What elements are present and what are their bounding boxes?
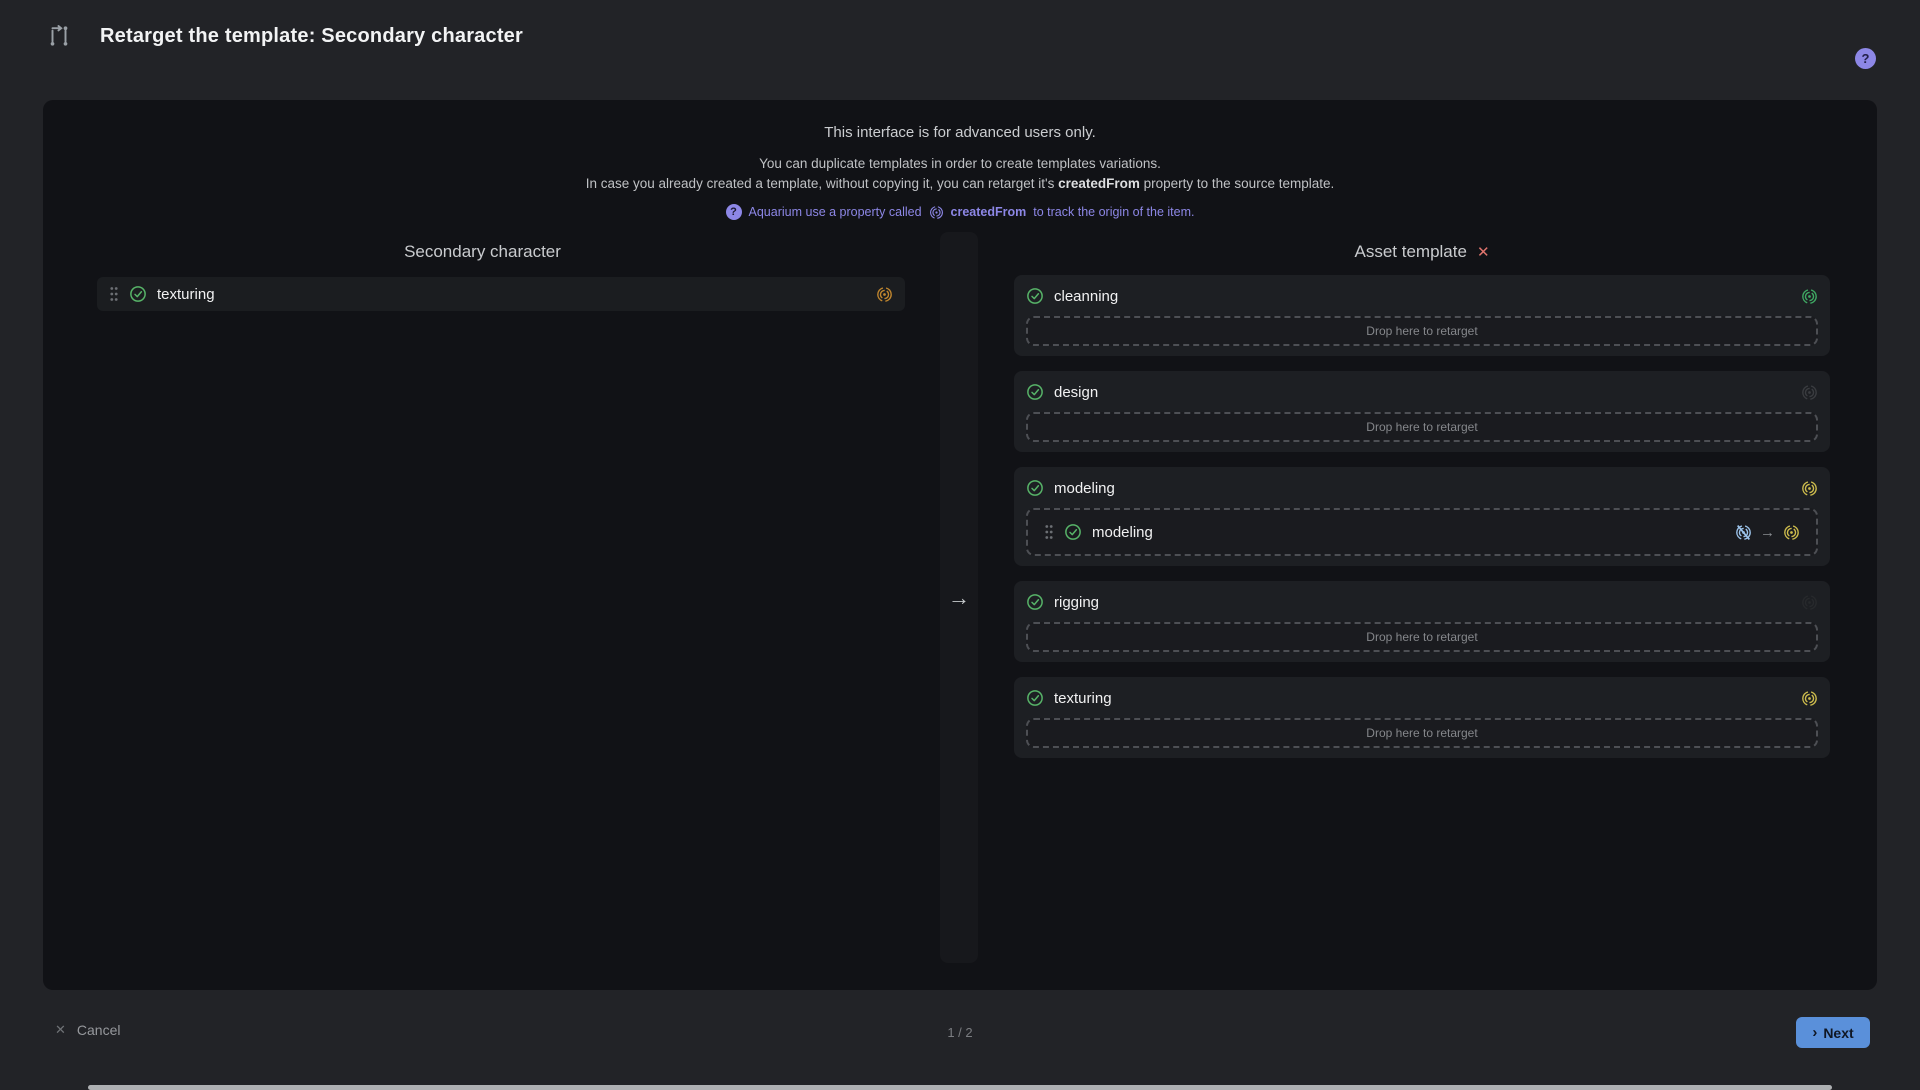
fingerprint-icon [929,205,944,220]
retargeted-task-row-modeling[interactable]: modeling → [1036,516,1808,548]
tip-help-icon: ? [726,204,742,220]
tip-prefix: Aquarium use a property called [749,205,922,219]
task-label: texturing [157,286,215,303]
fingerprint-icon [1801,480,1818,497]
drag-handle-icon[interactable] [109,286,119,302]
asset-template-title: Asset template ✕ [1014,242,1830,262]
transfer-arrow-button[interactable]: → [948,587,970,609]
retarget-icon [46,23,72,49]
task-label: modeling [1092,524,1153,541]
intro-line-1: This interface is for advanced users onl… [43,124,1877,141]
fingerprint-icon [1783,524,1800,541]
fingerprint-icon [1801,384,1818,401]
retarget-panel: This interface is for advanced users onl… [43,100,1877,990]
group-label: cleanning [1054,288,1118,305]
check-circle-icon [129,285,147,303]
page-title: Retarget the template: Secondary charact… [100,25,523,48]
intro-line-2: You can duplicate templates in order to … [43,156,1877,171]
intro-text: This interface is for advanced users onl… [43,100,1877,220]
intro-line-3-prefix: In case you already created a template, … [586,176,1058,191]
fingerprint-icon [1801,288,1818,305]
asset-template-title-text: Asset template [1354,242,1466,262]
group-header: modeling [1026,476,1818,500]
group-label: modeling [1054,480,1115,497]
drop-target-texturing[interactable]: Drop here to retarget [1026,718,1818,748]
source-template-title: Secondary character [60,242,905,262]
group-header: rigging [1026,590,1818,614]
source-task-row-texturing[interactable]: texturing [97,277,905,311]
group-label: texturing [1054,690,1112,707]
tip-suffix: to track the origin of the item. [1033,205,1194,219]
drop-target-design[interactable]: Drop here to retarget [1026,412,1818,442]
check-circle-icon [1026,479,1044,497]
step-indicator: 1 / 2 [0,1025,1920,1040]
group-header: design [1026,380,1818,404]
intro-line-3-suffix: property to the source template. [1140,176,1334,191]
target-task-groups: cleanning Drop here to retarget [1014,275,1830,758]
dialog-header: Retarget the template: Secondary charact… [0,0,1920,72]
drop-target-rigging[interactable]: Drop here to retarget [1026,622,1818,652]
fingerprint-icon [1801,594,1818,611]
target-group-rigging: rigging Drop here to retarget [1014,581,1830,662]
group-header: texturing [1026,686,1818,710]
target-group-design: design Drop here to retarget [1014,371,1830,452]
remove-target-button[interactable]: ✕ [1477,243,1490,261]
check-circle-icon [1026,383,1044,401]
help-button[interactable]: ? [1855,48,1876,69]
check-circle-icon [1064,523,1082,541]
source-template-column: Secondary character texturing [60,232,905,311]
fingerprint-icon [1801,690,1818,707]
check-circle-icon [1026,689,1044,707]
chevron-right-icon: › [1812,1025,1817,1040]
drop-target-cleanning[interactable]: Drop here to retarget [1026,316,1818,346]
aquarium-tip: ? Aquarium use a property called created… [43,204,1877,220]
group-label: design [1054,384,1098,401]
target-group-cleanning: cleanning Drop here to retarget [1014,275,1830,356]
tip-created-from: createdFrom [951,205,1027,219]
intro-line-3: In case you already created a template, … [43,176,1877,191]
next-button[interactable]: › Next [1796,1017,1870,1048]
created-from-keyword: createdFrom [1058,176,1140,191]
next-label: Next [1823,1025,1853,1041]
drop-target-modeling[interactable]: modeling → [1026,508,1818,556]
drag-handle-icon[interactable] [1044,524,1054,540]
check-circle-icon [1026,593,1044,611]
retarget-mapping: → [1735,524,1800,541]
group-header: cleanning [1026,284,1818,308]
target-group-texturing: texturing Drop here to retarget [1014,677,1830,758]
horizontal-scrollbar[interactable] [88,1085,1832,1090]
fingerprint-disabled-icon [1735,524,1752,541]
asset-template-column: Asset template ✕ cleanning [1014,232,1830,773]
target-group-modeling: modeling [1014,467,1830,566]
transfer-strip: → [940,232,978,963]
fingerprint-icon [876,286,893,303]
mapping-arrow-icon: → [1760,524,1775,541]
group-label: rigging [1054,594,1099,611]
check-circle-icon [1026,287,1044,305]
